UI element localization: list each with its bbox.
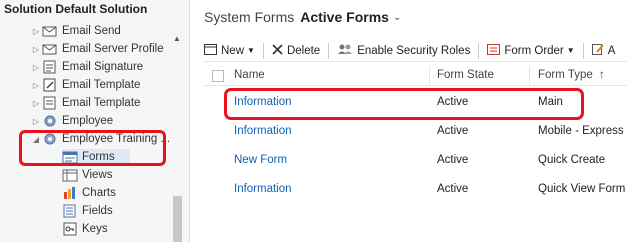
tree-item-label: Keys (82, 223, 108, 235)
view-icon (62, 168, 78, 182)
form-state-cell: Active (437, 183, 469, 195)
form-type-cell: Quick Create (538, 154, 606, 166)
toolbar-separator (582, 42, 584, 59)
tree-item-email-template[interactable]: ▷ Email Template (30, 76, 140, 94)
column-divider (529, 66, 530, 86)
tree-item-label: Email Send (62, 25, 121, 37)
form-name-link[interactable]: Information (234, 125, 292, 137)
email-server-icon (42, 42, 58, 56)
security-roles-icon (337, 43, 353, 58)
expand-icon[interactable]: ▷ (30, 81, 42, 90)
form-name-link[interactable]: New Form (234, 154, 287, 166)
dropdown-arrow-icon: ▼ (566, 46, 575, 55)
email-template-icon (42, 78, 58, 92)
email-icon (42, 24, 58, 38)
tree-item-email-send[interactable]: ▷ Email Send (30, 22, 121, 40)
tree-item-label: Charts (82, 187, 116, 199)
tree-item-views[interactable]: Views (62, 166, 112, 184)
table-row[interactable]: New Form Active Quick Create (204, 147, 627, 176)
delete-button[interactable]: Delete (272, 43, 326, 58)
form-type-cell: Mobile - Express (538, 125, 624, 137)
tree-item-label: Email Server Profile (62, 43, 164, 55)
field-icon (62, 204, 78, 218)
tree-item-keys[interactable]: Keys (62, 220, 108, 238)
system-forms-label: System Forms (204, 9, 295, 25)
toolbar-separator (478, 42, 480, 59)
expand-icon[interactable]: ▷ (30, 63, 42, 72)
column-header-label: Form Type (538, 69, 593, 81)
tree-item-email-template-2[interactable]: ▷ Email Template (30, 94, 140, 112)
entity-icon (42, 114, 58, 128)
command-bar: New ▼ Delete Enable Security Roles Form … (204, 40, 627, 62)
form-type-cell: Quick View Form (538, 183, 626, 195)
security-roles-label: Enable Security Roles (357, 44, 471, 57)
tree-item-label: Fields (82, 205, 113, 217)
more-button[interactable]: A (591, 43, 622, 58)
form-order-label: Form Order (504, 44, 564, 57)
expand-icon[interactable]: ▷ (30, 117, 42, 126)
grid-header: Name Form State Form Type ↑ (204, 66, 627, 86)
new-label: New (221, 44, 245, 57)
scroll-up-arrow[interactable]: ▲ (172, 34, 182, 44)
tree-item-email-signature[interactable]: ▷ Email Signature (30, 58, 143, 76)
tree-item-charts[interactable]: Charts (62, 184, 116, 202)
column-divider (429, 66, 430, 86)
pencil-icon (591, 43, 604, 58)
dropdown-arrow-icon: ▼ (247, 46, 255, 55)
delete-icon (272, 43, 283, 58)
expand-icon[interactable]: ▷ (30, 99, 42, 108)
toolbar-separator (328, 42, 330, 59)
tree-item-label: Email Template (62, 97, 141, 109)
chart-icon (62, 186, 78, 200)
chevron-down-icon[interactable]: ⌄ (393, 12, 401, 23)
form-state-cell: Active (437, 154, 469, 166)
form-state-cell: Active (437, 125, 469, 137)
select-all-checkbox[interactable] (212, 70, 224, 82)
tree-item-label: Views (82, 169, 113, 181)
tree-item-label: Employee (62, 115, 114, 127)
tree-item-fields[interactable]: Fields (62, 202, 113, 220)
tree-item-employee[interactable]: ▷ Employee (30, 112, 113, 130)
more-label: A (607, 44, 616, 57)
sort-ascending-icon: ↑ (598, 69, 605, 81)
expand-icon[interactable]: ▷ (30, 45, 42, 54)
expand-icon[interactable]: ▷ (30, 27, 42, 36)
column-header-form-type[interactable]: Form Type ↑ (538, 69, 605, 81)
email-signature-icon (42, 60, 58, 74)
delete-label: Delete (286, 44, 321, 57)
scrollbar-thumb[interactable] (173, 196, 182, 242)
view-selector[interactable]: Active Forms (300, 9, 389, 25)
tree-item-label: Email Signature (62, 61, 144, 73)
form-order-button[interactable]: Form Order ▼ (487, 43, 580, 58)
key-icon (62, 222, 78, 236)
highlight-annotation (19, 130, 166, 166)
column-header-form-state[interactable]: Form State (437, 69, 494, 81)
table-row[interactable]: Information Active Mobile - Express (204, 118, 627, 147)
column-header-name[interactable]: Name (234, 69, 265, 81)
table-row[interactable]: Information Active Quick View Form (204, 176, 627, 205)
highlight-annotation (224, 88, 584, 120)
tree-item-email-server-profile[interactable]: ▷ Email Server Profile (30, 40, 164, 58)
enable-security-roles-button[interactable]: Enable Security Roles (337, 43, 476, 58)
toolbar-separator (262, 42, 264, 59)
solution-explorer: Solution Default Solution ▷ Email Send ▷… (0, 0, 190, 242)
form-name-link[interactable]: Information (234, 183, 292, 195)
new-button[interactable]: New ▼ (204, 43, 261, 58)
solution-title: Solution Default Solution (4, 2, 148, 16)
forms-pane: System Forms Active Forms ⌄ New ▼ Delete… (190, 0, 627, 242)
tree-item-label: Email Template (62, 79, 141, 91)
email-template-icon (42, 96, 58, 110)
form-order-icon (487, 43, 501, 58)
new-icon (204, 43, 217, 58)
view-header: System Forms Active Forms ⌄ (204, 9, 401, 25)
